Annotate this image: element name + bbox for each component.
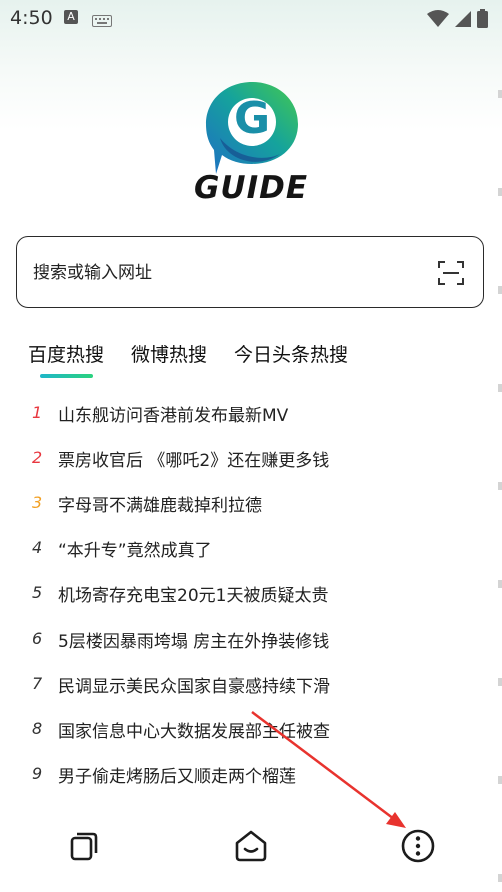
hot-title: 男子偷走烤肠后又顺走两个榴莲: [58, 767, 296, 787]
hot-title: 山东舰访问香港前发布最新MV: [58, 406, 289, 426]
list-item[interactable]: 4 “本升专”竟然成真了: [0, 533, 502, 567]
tab-baidu-hot[interactable]: 百度热搜: [28, 340, 104, 367]
notification-a-icon: A: [64, 10, 78, 24]
list-item[interactable]: 1 山东舰访问香港前发布最新MV: [0, 398, 502, 432]
rank-number: 5: [32, 583, 43, 602]
rank-number: 6: [32, 629, 43, 648]
more-icon[interactable]: [398, 826, 438, 866]
logo-letter: G: [233, 93, 271, 144]
status-time: 4:50: [10, 7, 53, 29]
keyboard-icon: [92, 12, 112, 31]
battery-icon: [477, 9, 488, 32]
hot-title: 民调显示美民众国家自豪感持续下滑: [58, 677, 330, 697]
tab-toutiao-hot[interactable]: 今日头条热搜: [234, 340, 348, 367]
hot-title: 机场寄存充电宝20元1天被质疑太贵: [58, 586, 329, 606]
search-input[interactable]: [31, 255, 415, 291]
hot-title: “本升专”竟然成真了: [58, 541, 212, 561]
bottom-navigation: [0, 812, 502, 882]
logo-text: GUIDE: [193, 170, 309, 206]
rank-number: 9: [32, 764, 43, 783]
rank-number: 3: [32, 493, 43, 512]
tab-weibo-hot[interactable]: 微博热搜: [131, 340, 207, 367]
rank-number: 7: [32, 674, 43, 693]
list-item[interactable]: 5 机场寄存充电宝20元1天被质疑太贵: [0, 578, 502, 612]
status-bar: 4:50 A: [0, 0, 502, 36]
list-item[interactable]: 8 国家信息中心大数据发展部主任被查: [0, 714, 502, 748]
list-item[interactable]: 2 票房收官后 《哪吒2》还在赚更多钱: [0, 443, 502, 477]
rank-number: 4: [32, 538, 43, 557]
list-item[interactable]: 6 5层楼因暴雨垮塌 房主在外挣装修钱: [0, 624, 502, 658]
hot-title: 国家信息中心大数据发展部主任被查: [58, 722, 330, 742]
list-item[interactable]: 7 民调显示美民众国家自豪感持续下滑: [0, 669, 502, 703]
hot-title: 字母哥不满雄鹿裁掉利拉德: [58, 496, 262, 516]
hot-title: 5层楼因暴雨垮塌 房主在外挣装修钱: [58, 632, 330, 652]
list-item[interactable]: 3 字母哥不满雄鹿裁掉利拉德: [0, 488, 502, 522]
tabs-icon[interactable]: [64, 826, 104, 866]
rank-number: 8: [32, 719, 43, 738]
rank-number: 1: [32, 403, 43, 422]
signal-icon: [455, 10, 471, 32]
scan-icon[interactable]: [437, 259, 465, 291]
active-tab-indicator: [40, 374, 93, 378]
hot-title: 票房收官后 《哪吒2》还在赚更多钱: [58, 451, 330, 471]
home-icon[interactable]: [231, 826, 271, 866]
rank-number: 2: [32, 448, 43, 467]
hot-search-tabs: 百度热搜 微博热搜 今日头条热搜: [28, 340, 348, 367]
edge-divider: [498, 0, 502, 892]
search-box[interactable]: [16, 236, 484, 308]
wifi-icon: [427, 9, 449, 32]
list-item[interactable]: 9 男子偷走烤肠后又顺走两个榴莲: [0, 759, 502, 793]
